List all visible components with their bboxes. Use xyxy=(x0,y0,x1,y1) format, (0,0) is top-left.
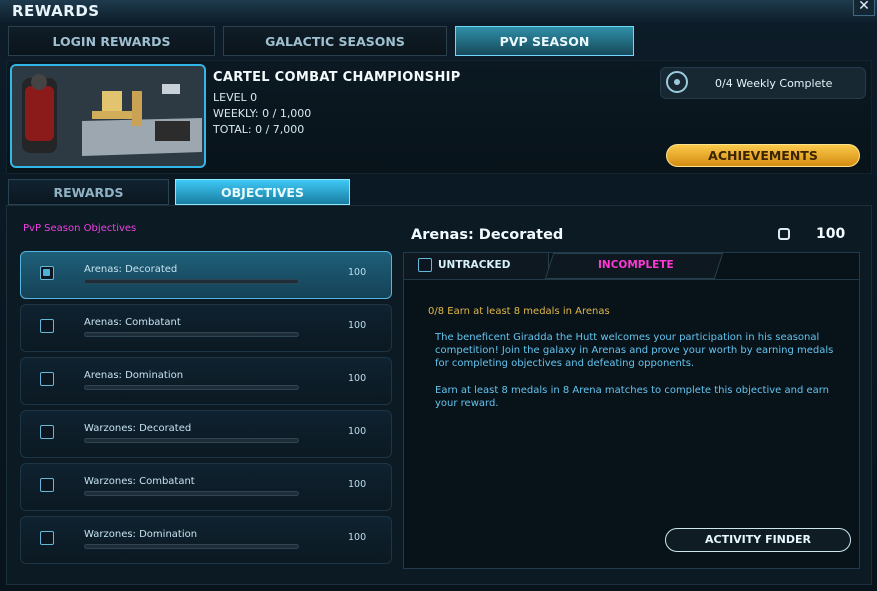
objective-reward: 100 xyxy=(348,479,367,490)
trophy-icon xyxy=(778,228,790,240)
objective-reward: 100 xyxy=(348,532,367,543)
detail-divider xyxy=(404,279,859,280)
objective-reward: 100 xyxy=(348,267,367,278)
objective-item[interactable] xyxy=(20,463,392,511)
achievements-button[interactable]: ACHIEVEMENTS xyxy=(666,144,860,167)
objective-name: Arenas: Decorated xyxy=(84,264,178,275)
objective-progress xyxy=(84,279,299,284)
activity-finder-button[interactable]: ACTIVITY FINDER xyxy=(665,528,851,552)
objective-checkbox[interactable] xyxy=(40,319,54,333)
objective-name: Warzones: Domination xyxy=(84,529,198,540)
objective-checkbox[interactable] xyxy=(40,425,54,439)
objective-item[interactable] xyxy=(20,251,392,299)
objective-progress xyxy=(84,544,299,549)
objective-reward: 100 xyxy=(348,373,367,384)
objective-item[interactable] xyxy=(20,516,392,564)
objective-progress xyxy=(84,385,299,390)
status-label: INCOMPLETE xyxy=(598,259,674,271)
season-title: CARTEL COMBAT CHAMPIONSHIP xyxy=(213,70,461,85)
season-weekly: WEEKLY: 0 / 1,000 xyxy=(213,107,312,120)
tab-pvp-season[interactable]: PVP SEASON xyxy=(455,26,634,56)
description-paragraph-1: The beneficent Giradda the Hutt welcomes… xyxy=(435,332,834,369)
season-level: LEVEL 0 xyxy=(213,91,258,104)
objective-name: Arenas: Combatant xyxy=(84,317,181,328)
untracked-checkbox[interactable] xyxy=(418,258,432,272)
objective-checkbox[interactable] xyxy=(40,531,54,545)
objective-checkbox[interactable] xyxy=(40,372,54,386)
window-title: REWARDS xyxy=(12,2,100,20)
detail-title: Arenas: Decorated xyxy=(411,227,564,243)
objective-checkbox[interactable] xyxy=(40,266,54,280)
tab-rewards[interactable]: REWARDS xyxy=(8,179,169,205)
detail-panel xyxy=(403,252,860,569)
objective-progress xyxy=(84,491,299,496)
season-total: TOTAL: 0 / 7,000 xyxy=(213,123,305,136)
objective-item[interactable] xyxy=(20,357,392,405)
objective-name: Warzones: Combatant xyxy=(84,476,195,487)
close-icon[interactable]: ✕ xyxy=(853,0,875,16)
title-bar xyxy=(0,0,877,22)
tab-galactic-seasons[interactable]: GALACTIC SEASONS xyxy=(223,26,447,56)
objective-name: Arenas: Domination xyxy=(84,370,184,381)
objectives-section-label: PvP Season Objectives xyxy=(23,223,137,234)
detail-reward: 100 xyxy=(816,226,846,242)
objective-progress xyxy=(84,332,299,337)
untracked-label: UNTRACKED xyxy=(438,259,511,271)
tab-objectives[interactable]: OBJECTIVES xyxy=(175,179,350,205)
objective-item[interactable] xyxy=(20,304,392,352)
objective-reward: 100 xyxy=(348,320,367,331)
target-icon xyxy=(666,71,688,93)
objective-checkbox[interactable] xyxy=(40,478,54,492)
weekly-complete-text: 0/4 Weekly Complete xyxy=(715,77,833,90)
objective-item[interactable] xyxy=(20,410,392,458)
objective-reward: 100 xyxy=(348,426,367,437)
season-image xyxy=(10,64,206,168)
objective-progress xyxy=(84,438,299,443)
description-paragraph-2: Earn at least 8 medals in 8 Arena matche… xyxy=(435,385,830,409)
tab-login-rewards[interactable]: LOGIN REWARDS xyxy=(8,26,215,56)
objective-name: Warzones: Decorated xyxy=(84,423,192,434)
requirement-text: 0/8 Earn at least 8 medals in Arenas xyxy=(428,306,610,317)
